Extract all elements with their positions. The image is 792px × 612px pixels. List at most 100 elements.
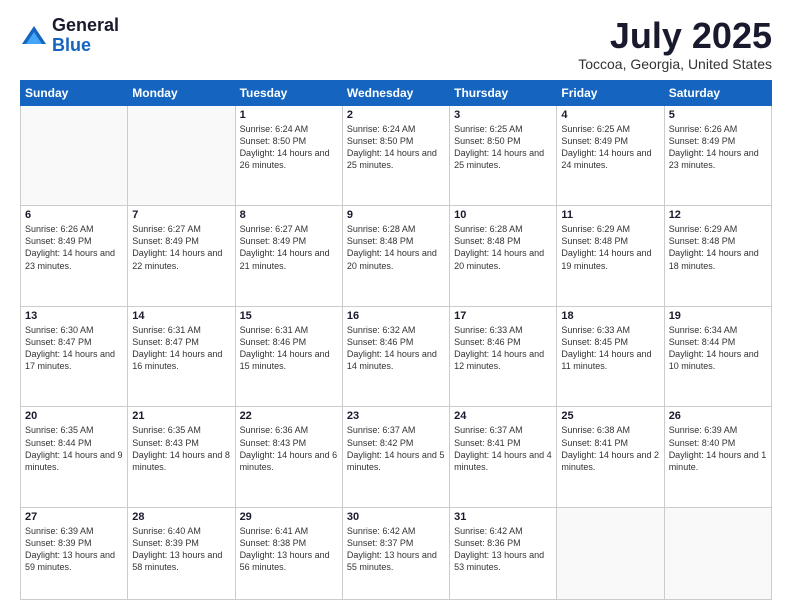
cell-info: Sunrise: 6:29 AM Sunset: 8:48 PM Dayligh…: [669, 223, 767, 272]
day-header-tuesday: Tuesday: [235, 80, 342, 105]
calendar-cell: 2 Sunrise: 6:24 AM Sunset: 8:50 PM Daylig…: [342, 105, 449, 206]
cell-info: Sunrise: 6:27 AM Sunset: 8:49 PM Dayligh…: [132, 223, 230, 272]
day-number: 3: [454, 109, 552, 121]
logo-icon: [20, 22, 48, 50]
calendar-cell: [21, 105, 128, 206]
day-header-saturday: Saturday: [664, 80, 771, 105]
cell-info: Sunrise: 6:41 AM Sunset: 8:38 PM Dayligh…: [240, 525, 338, 574]
calendar-cell: 21 Sunrise: 6:35 AM Sunset: 8:43 PM Dayli…: [128, 407, 235, 508]
cell-info: Sunrise: 6:32 AM Sunset: 8:46 PM Dayligh…: [347, 324, 445, 373]
title-block: July 2025 Toccoa, Georgia, United States: [578, 16, 772, 72]
header: General Blue July 2025 Toccoa, Georgia, …: [20, 16, 772, 72]
calendar-week-2: 6Sunrise: 6:26 AM Sunset: 8:49 PM Daylig…: [21, 206, 772, 307]
cell-info: Sunrise: 6:25 AM Sunset: 8:49 PM Dayligh…: [561, 123, 659, 172]
calendar-cell: 26 Sunrise: 6:39 AM Sunset: 8:40 PM Dayli…: [664, 407, 771, 508]
cell-info: Sunrise: 6:37 AM Sunset: 8:41 PM Dayligh…: [454, 424, 552, 473]
calendar-table: SundayMondayTuesdayWednesdayThursdayFrid…: [20, 80, 772, 600]
day-number: 8: [240, 209, 338, 221]
cell-info: Sunrise: 6:35 AM Sunset: 8:44 PM Dayligh…: [25, 424, 123, 473]
day-number: 10: [454, 209, 552, 221]
day-number: 11: [561, 209, 659, 221]
day-number: 19: [669, 310, 767, 322]
cell-info: Sunrise: 6:33 AM Sunset: 8:45 PM Dayligh…: [561, 324, 659, 373]
calendar-week-4: 20 Sunrise: 6:35 AM Sunset: 8:44 PM Dayli…: [21, 407, 772, 508]
day-number: 2: [347, 109, 445, 121]
calendar-cell: 25Sunrise: 6:38 AM Sunset: 8:41 PM Dayli…: [557, 407, 664, 508]
day-number: 5: [669, 109, 767, 121]
calendar-cell: 24 Sunrise: 6:37 AM Sunset: 8:41 PM Dayli…: [450, 407, 557, 508]
calendar-cell: 28Sunrise: 6:40 AM Sunset: 8:39 PM Dayli…: [128, 507, 235, 599]
calendar-cell: 5 Sunrise: 6:26 AM Sunset: 8:49 PM Daylig…: [664, 105, 771, 206]
page: General Blue July 2025 Toccoa, Georgia, …: [0, 0, 792, 612]
day-number: 25: [561, 410, 659, 422]
calendar-week-1: 1 Sunrise: 6:24 AM Sunset: 8:50 PM Daylig…: [21, 105, 772, 206]
cell-info: Sunrise: 6:36 AM Sunset: 8:43 PM Dayligh…: [240, 424, 338, 473]
calendar-cell: 14 Sunrise: 6:31 AM Sunset: 8:47 PM Dayli…: [128, 306, 235, 407]
day-number: 21: [132, 410, 230, 422]
calendar-cell: 29Sunrise: 6:41 AM Sunset: 8:38 PM Dayli…: [235, 507, 342, 599]
cell-info: Sunrise: 6:26 AM Sunset: 8:49 PM Dayligh…: [25, 223, 123, 272]
calendar-cell: 23 Sunrise: 6:37 AM Sunset: 8:42 PM Dayli…: [342, 407, 449, 508]
day-number: 23: [347, 410, 445, 422]
day-header-thursday: Thursday: [450, 80, 557, 105]
month-title: July 2025: [578, 16, 772, 56]
cell-info: Sunrise: 6:42 AM Sunset: 8:36 PM Dayligh…: [454, 525, 552, 574]
day-number: 17: [454, 310, 552, 322]
calendar-header-row: SundayMondayTuesdayWednesdayThursdayFrid…: [21, 80, 772, 105]
day-number: 24: [454, 410, 552, 422]
cell-info: Sunrise: 6:39 AM Sunset: 8:40 PM Dayligh…: [669, 424, 767, 473]
calendar-cell: 8Sunrise: 6:27 AM Sunset: 8:49 PM Daylig…: [235, 206, 342, 307]
day-number: 22: [240, 410, 338, 422]
cell-info: Sunrise: 6:29 AM Sunset: 8:48 PM Dayligh…: [561, 223, 659, 272]
day-number: 18: [561, 310, 659, 322]
day-number: 7: [132, 209, 230, 221]
day-header-wednesday: Wednesday: [342, 80, 449, 105]
calendar-week-5: 27Sunrise: 6:39 AM Sunset: 8:39 PM Dayli…: [21, 507, 772, 599]
calendar-cell: 16 Sunrise: 6:32 AM Sunset: 8:46 PM Dayli…: [342, 306, 449, 407]
day-number: 15: [240, 310, 338, 322]
day-number: 28: [132, 511, 230, 523]
day-number: 16: [347, 310, 445, 322]
logo: General Blue: [20, 16, 119, 56]
cell-info: Sunrise: 6:35 AM Sunset: 8:43 PM Dayligh…: [132, 424, 230, 473]
calendar-cell: 30Sunrise: 6:42 AM Sunset: 8:37 PM Dayli…: [342, 507, 449, 599]
logo-general-text: General: [52, 16, 119, 36]
location: Toccoa, Georgia, United States: [578, 56, 772, 72]
day-header-monday: Monday: [128, 80, 235, 105]
calendar-cell: 3 Sunrise: 6:25 AM Sunset: 8:50 PM Daylig…: [450, 105, 557, 206]
calendar-cell: 31Sunrise: 6:42 AM Sunset: 8:36 PM Dayli…: [450, 507, 557, 599]
calendar-cell: 19 Sunrise: 6:34 AM Sunset: 8:44 PM Dayli…: [664, 306, 771, 407]
calendar-cell: [128, 105, 235, 206]
calendar-cell: 1 Sunrise: 6:24 AM Sunset: 8:50 PM Daylig…: [235, 105, 342, 206]
day-number: 26: [669, 410, 767, 422]
day-number: 4: [561, 109, 659, 121]
day-header-sunday: Sunday: [21, 80, 128, 105]
calendar-cell: 18 Sunrise: 6:33 AM Sunset: 8:45 PM Dayli…: [557, 306, 664, 407]
cell-info: Sunrise: 6:37 AM Sunset: 8:42 PM Dayligh…: [347, 424, 445, 473]
cell-info: Sunrise: 6:24 AM Sunset: 8:50 PM Dayligh…: [347, 123, 445, 172]
calendar-week-3: 13Sunrise: 6:30 AM Sunset: 8:47 PM Dayli…: [21, 306, 772, 407]
calendar-cell: 7 Sunrise: 6:27 AM Sunset: 8:49 PM Daylig…: [128, 206, 235, 307]
cell-info: Sunrise: 6:25 AM Sunset: 8:50 PM Dayligh…: [454, 123, 552, 172]
calendar-cell: 22 Sunrise: 6:36 AM Sunset: 8:43 PM Dayli…: [235, 407, 342, 508]
cell-info: Sunrise: 6:24 AM Sunset: 8:50 PM Dayligh…: [240, 123, 338, 172]
cell-info: Sunrise: 6:31 AM Sunset: 8:47 PM Dayligh…: [132, 324, 230, 373]
cell-info: Sunrise: 6:26 AM Sunset: 8:49 PM Dayligh…: [669, 123, 767, 172]
day-number: 27: [25, 511, 123, 523]
calendar-cell: 17 Sunrise: 6:33 AM Sunset: 8:46 PM Dayli…: [450, 306, 557, 407]
logo-blue-text: Blue: [52, 36, 119, 56]
calendar-cell: 27Sunrise: 6:39 AM Sunset: 8:39 PM Dayli…: [21, 507, 128, 599]
calendar-cell: 13Sunrise: 6:30 AM Sunset: 8:47 PM Dayli…: [21, 306, 128, 407]
cell-info: Sunrise: 6:28 AM Sunset: 8:48 PM Dayligh…: [347, 223, 445, 272]
calendar-cell: 12 Sunrise: 6:29 AM Sunset: 8:48 PM Dayli…: [664, 206, 771, 307]
day-number: 12: [669, 209, 767, 221]
day-number: 1: [240, 109, 338, 121]
day-number: 20: [25, 410, 123, 422]
cell-info: Sunrise: 6:33 AM Sunset: 8:46 PM Dayligh…: [454, 324, 552, 373]
calendar-cell: 6Sunrise: 6:26 AM Sunset: 8:49 PM Daylig…: [21, 206, 128, 307]
cell-info: Sunrise: 6:34 AM Sunset: 8:44 PM Dayligh…: [669, 324, 767, 373]
calendar-cell: 4 Sunrise: 6:25 AM Sunset: 8:49 PM Daylig…: [557, 105, 664, 206]
calendar-cell: 10Sunrise: 6:28 AM Sunset: 8:48 PM Dayli…: [450, 206, 557, 307]
calendar-cell: 11 Sunrise: 6:29 AM Sunset: 8:48 PM Dayli…: [557, 206, 664, 307]
day-number: 14: [132, 310, 230, 322]
